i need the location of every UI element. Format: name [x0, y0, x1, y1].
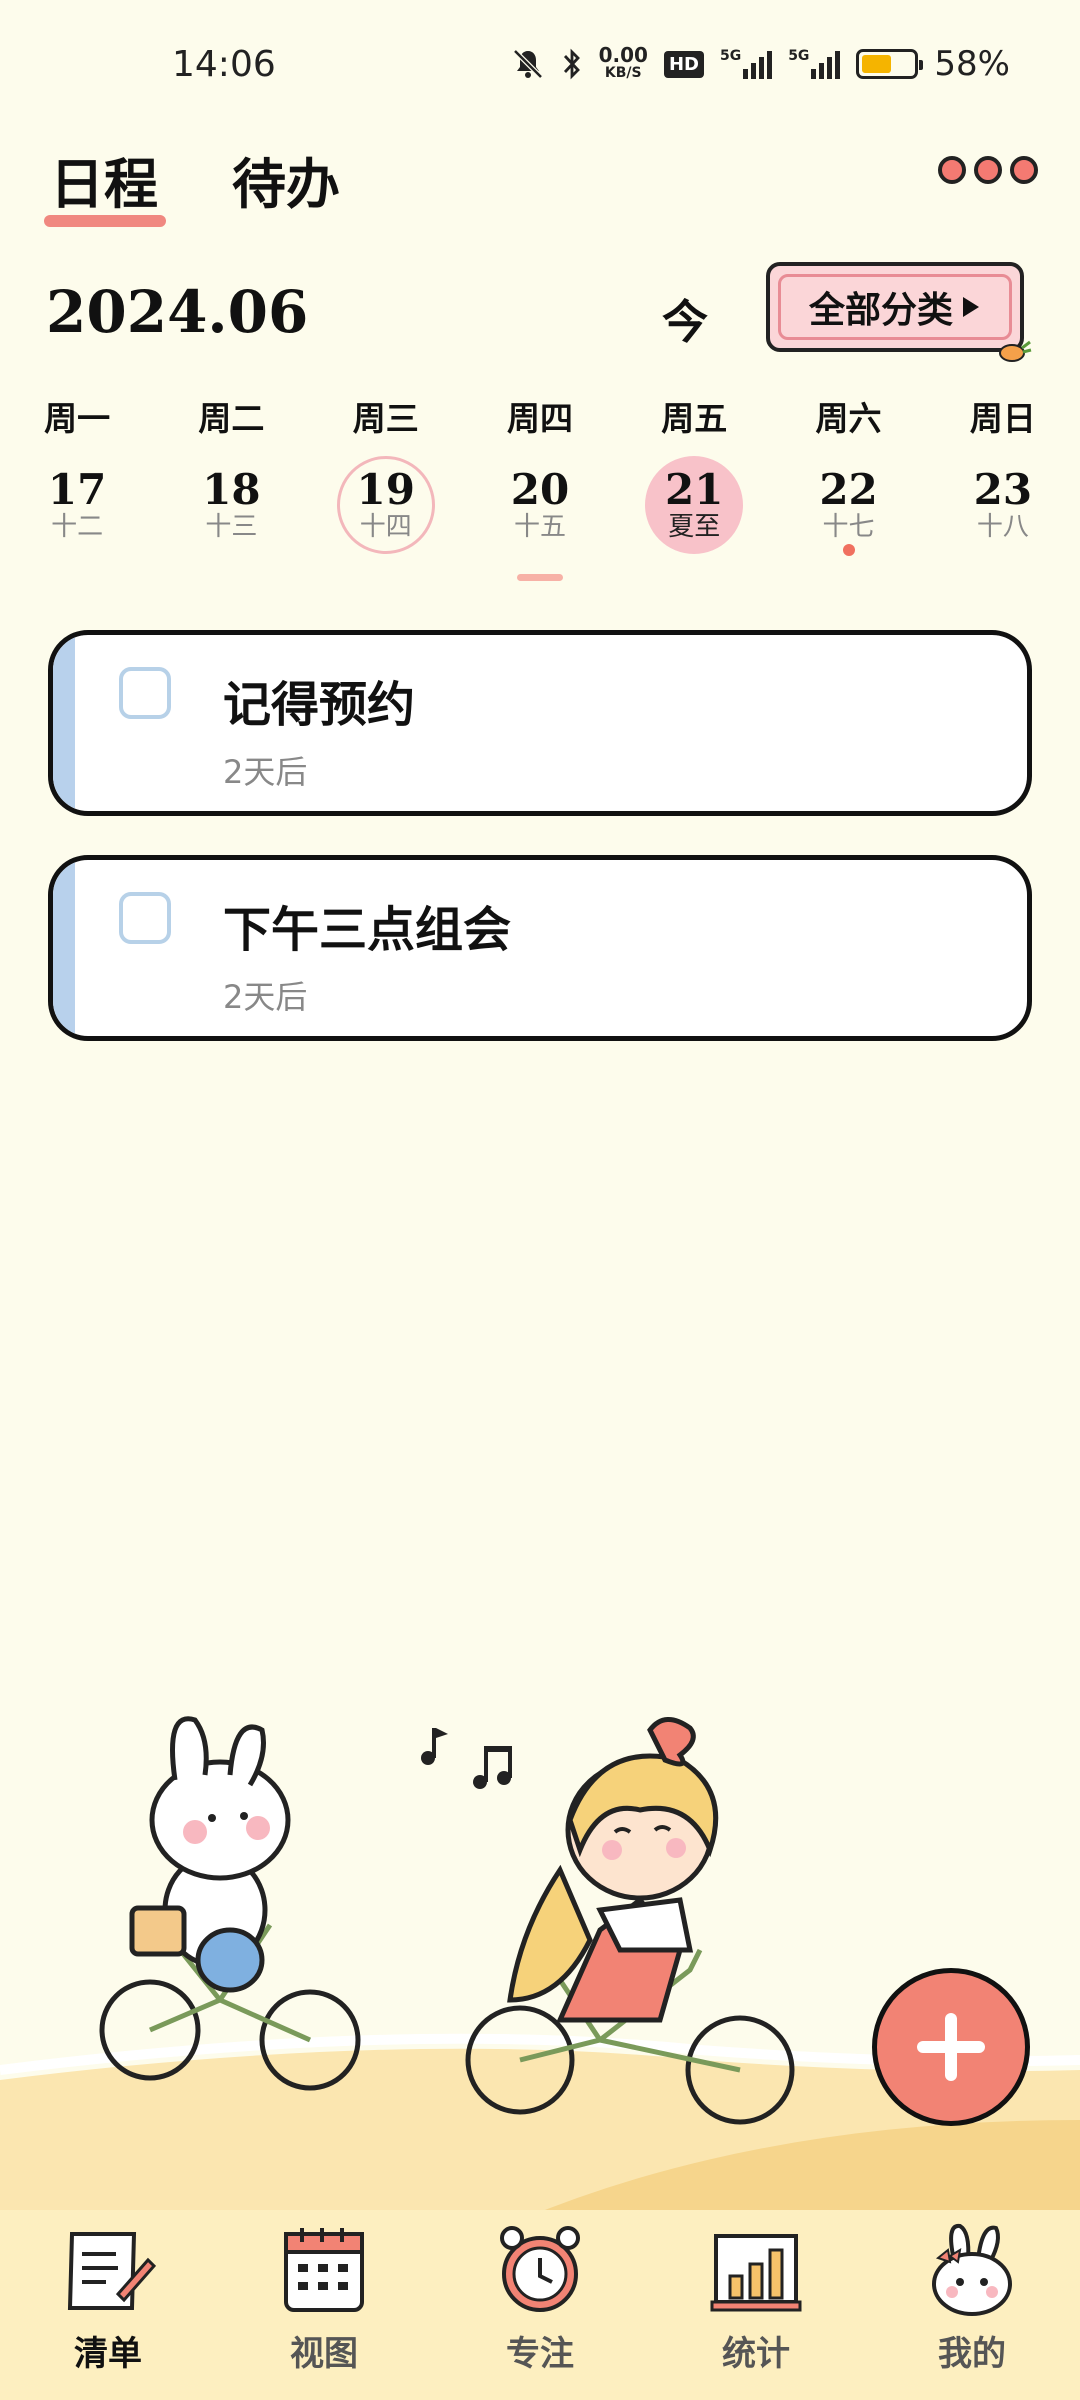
event-dot	[842, 544, 855, 556]
weekday-label: 周六	[815, 399, 882, 438]
category-color-bar	[53, 860, 75, 1036]
category-filter-label: 全部分类	[808, 289, 953, 331]
more-dot-icon	[1010, 156, 1038, 184]
todo-checkbox[interactable]	[119, 892, 171, 944]
weekday-label: 周五	[661, 399, 728, 438]
lunar-date: 十七	[822, 512, 875, 542]
nav-label: 我的	[938, 2334, 1006, 2374]
more-menu-button[interactable]	[938, 156, 1038, 184]
tab-schedule[interactable]: 日程	[44, 140, 166, 227]
todo-due: 2天后	[223, 753, 308, 791]
lunar-date: 十四	[359, 512, 412, 542]
status-time: 14:06	[172, 44, 276, 85]
carrot-icon	[999, 340, 1032, 362]
nav-item-focus[interactable]: 专注	[432, 2210, 648, 2400]
day-number: 22	[819, 465, 878, 514]
net-speed-value: 0.00	[598, 43, 648, 67]
nav-item-view[interactable]: 视图	[216, 2210, 432, 2400]
calendar-day[interactable]: 21 夏至	[617, 456, 771, 554]
plus-icon	[917, 2013, 985, 2081]
bunny-on-bike	[99, 1716, 361, 2091]
mute-bell-icon	[511, 47, 545, 81]
calendar-day[interactable]: 20 十五	[463, 456, 617, 554]
lunar-date: 十二	[51, 512, 104, 542]
net-speed-unit: KB/S	[604, 65, 642, 81]
day-number: 19	[356, 465, 415, 514]
nav-item-me[interactable]: 我的	[864, 2210, 1080, 2400]
lunar-date: 十五	[513, 512, 566, 542]
signal-icon: 5G	[719, 48, 773, 79]
day-number: 20	[510, 465, 570, 514]
status-bar: 14:06 0.00 KB/S HD 5G 5G 58%	[0, 0, 1080, 120]
weekday-label: 周二	[198, 399, 265, 438]
nav-label: 清单	[74, 2334, 142, 2374]
todo-checkbox[interactable]	[119, 667, 171, 719]
signal1-label: 5G	[719, 48, 742, 64]
header-tabs: 日程 待办	[44, 140, 340, 227]
todo-title: 下午三点组会	[223, 902, 512, 958]
battery-percent: 58%	[934, 44, 1010, 84]
play-arrow-icon	[963, 297, 979, 317]
cycling-illustration	[0, 1716, 1080, 2220]
week-strip: 周一 周二 周三 周四 周五 周六 周日 17 十二 18 十三 19 十四 20 十五 21 夏至 22 十七 2…	[0, 392, 1080, 556]
calendar-day[interactable]: 23 十八	[926, 456, 1080, 554]
music-note-icon	[421, 1728, 512, 1789]
category-color-bar	[53, 635, 75, 811]
nav-item-stats[interactable]: 统计	[648, 2210, 864, 2400]
calendar-day[interactable]: 17 十二	[0, 456, 154, 554]
lunar-date: 夏至	[668, 512, 721, 542]
calendar-day[interactable]: 22 十七	[771, 456, 925, 556]
today-indicator	[517, 574, 563, 581]
bar-chart-icon	[710, 2234, 802, 2312]
add-task-button[interactable]	[872, 1968, 1030, 2126]
nav-item-list[interactable]: 清单	[0, 2210, 216, 2400]
day-number: 17	[47, 465, 107, 514]
lunar-date: 十三	[205, 512, 258, 542]
tab-todo[interactable]: 待办	[232, 140, 340, 219]
hd-badge: HD	[663, 50, 704, 78]
signal2-label: 5G	[788, 48, 810, 64]
more-dot-icon	[938, 156, 966, 184]
nav-label: 专注	[506, 2334, 574, 2374]
todo-title: 记得预约	[223, 677, 416, 733]
more-dot-icon	[974, 156, 1002, 184]
signal-icon: 5G	[788, 48, 841, 79]
day-number: 23	[973, 465, 1033, 514]
nav-label: 统计	[722, 2334, 790, 2374]
weekday-label: 周三	[352, 399, 419, 438]
calendar-day[interactable]: 19 十四	[309, 456, 463, 554]
net-speed: 0.00 KB/S	[598, 43, 648, 82]
today-button[interactable]: 今	[662, 286, 708, 352]
day-number: 21	[665, 465, 724, 514]
category-filter-button[interactable]: 全部分类	[766, 262, 1032, 362]
calendar-icon	[284, 2228, 364, 2312]
weekday-label: 周四	[506, 399, 573, 438]
month-title[interactable]: 2024.06	[46, 278, 308, 346]
bunny-icon	[932, 2223, 1012, 2316]
status-icons: 0.00 KB/S HD 5G 5G 58%	[511, 44, 1010, 84]
nav-label: 视图	[290, 2334, 358, 2374]
bottom-nav: 清单 视图 专注 统计 我的	[0, 2210, 1080, 2400]
battery-icon	[856, 49, 924, 79]
todo-card[interactable]: 下午三点组会 2天后	[48, 855, 1032, 1041]
bluetooth-icon	[561, 47, 583, 81]
weekday-label: 周一	[44, 399, 111, 438]
day-number: 18	[202, 465, 261, 514]
calendar-day[interactable]: 18 十三	[154, 456, 308, 554]
weekday-label: 周日	[969, 399, 1036, 438]
lunar-date: 十八	[976, 512, 1029, 542]
todo-due: 2天后	[223, 978, 308, 1016]
todo-card[interactable]: 记得预约 2天后	[48, 630, 1032, 816]
list-icon	[67, 2232, 157, 2310]
alarm-clock-icon	[500, 2226, 580, 2312]
